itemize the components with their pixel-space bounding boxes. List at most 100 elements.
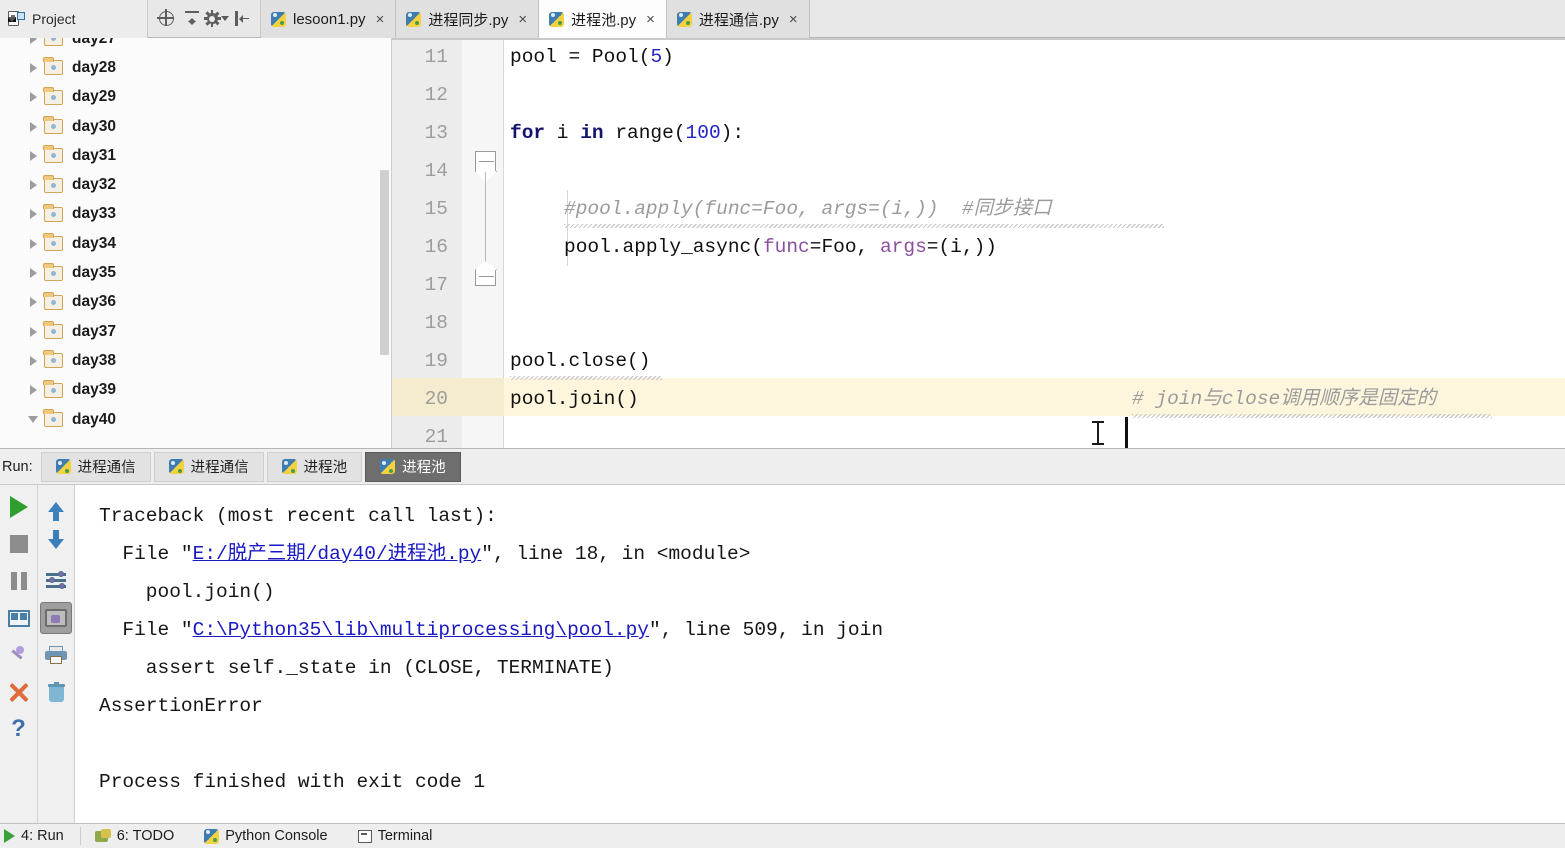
tree-item-label: day40	[72, 410, 116, 428]
code-token-number: 100	[685, 122, 721, 144]
soft-wrap-icon[interactable]	[40, 602, 72, 634]
run-tab-jinchengchi-2[interactable]: 进程池	[365, 451, 461, 482]
status-bar: 4: Run 6: TODO Python Console Terminal	[0, 823, 1565, 848]
status-item-todo[interactable]: 6: TODO	[81, 828, 190, 844]
folder-icon	[43, 262, 63, 281]
expand-arrow-icon[interactable]	[22, 209, 44, 220]
tree-item-day27[interactable]: day27	[0, 38, 392, 53]
editor-tab-jinchengtongbu[interactable]: 进程同步.py ×	[396, 0, 540, 38]
restore-layout-icon[interactable]	[3, 602, 35, 634]
folder-icon	[43, 409, 63, 427]
code-editor[interactable]: 11 12 13 14 15 16 17 18 19 20 21 pool = …	[392, 38, 1565, 448]
close-icon[interactable]: ×	[646, 11, 655, 28]
up-arrow-icon[interactable]	[40, 491, 72, 523]
expand-arrow-icon[interactable]	[22, 326, 44, 337]
gear-icon[interactable]	[203, 6, 229, 32]
code-line-20[interactable]: pool.join()	[510, 380, 639, 418]
code-line-20-comment[interactable]: # join与close调用顺序是固定的	[1132, 380, 1436, 418]
editor-top-border	[392, 38, 1565, 40]
close-icon[interactable]: ×	[789, 11, 798, 28]
run-tab-label: 进程池	[303, 460, 348, 476]
editor-tab-jinchengtongxin[interactable]: 进程通信.py ×	[666, 0, 810, 38]
tree-item-day36[interactable]: day36	[0, 288, 392, 317]
console-file-link[interactable]: E:/脱产三期/day40/进程池.py	[193, 543, 482, 565]
close-icon[interactable]: ×	[518, 11, 527, 28]
console-output[interactable]: Traceback (most recent call last): File …	[74, 485, 1565, 824]
pause-icon[interactable]	[3, 565, 35, 597]
stop-icon[interactable]	[3, 528, 35, 560]
close-icon[interactable]	[3, 676, 35, 708]
tree-item-day32[interactable]: day32	[0, 170, 392, 199]
collapse-all-icon[interactable]	[179, 6, 204, 32]
status-item-run[interactable]: 4: Run	[0, 828, 80, 844]
console-line: File "C:\Python35\lib\multiprocessing\po…	[99, 611, 1565, 649]
tree-item-day34[interactable]: day34	[0, 229, 392, 258]
code-token: =(i,))	[926, 236, 997, 258]
project-tree-scrollbar[interactable]	[380, 170, 389, 355]
code-line-11[interactable]: pool = Pool(5)	[510, 38, 674, 76]
tree-item-day40[interactable]: day40	[0, 405, 392, 434]
collapse-arrow-icon[interactable]	[22, 416, 44, 423]
code-line-15-comment[interactable]: #pool.apply(func=Foo, args=(i,)) #同步接口	[564, 190, 1052, 228]
close-icon[interactable]: ×	[376, 11, 385, 28]
filter-icon[interactable]	[40, 565, 72, 597]
folder-icon	[43, 291, 63, 310]
pin-tab-icon[interactable]	[3, 639, 35, 671]
console-file-link[interactable]: C:\Python35\lib\multiprocessing\pool.py	[193, 619, 649, 641]
print-icon[interactable]	[40, 639, 72, 671]
expand-arrow-icon[interactable]	[22, 62, 44, 73]
run-tab-jinchengtongxin-2[interactable]: 进程通信	[153, 451, 264, 482]
down-arrow-icon[interactable]	[40, 528, 72, 560]
tree-item-day39[interactable]: day39	[0, 376, 392, 405]
help-icon[interactable]: ?	[3, 713, 35, 745]
tree-item-day37[interactable]: day37	[0, 317, 392, 346]
tree-item-day31[interactable]: day31	[0, 141, 392, 170]
fold-region-end-icon[interactable]	[475, 270, 496, 286]
code-line-19[interactable]: pool.close()	[510, 342, 650, 380]
tree-item-day30[interactable]: day30	[0, 112, 392, 141]
tree-item-day33[interactable]: day33	[0, 200, 392, 229]
expand-arrow-icon[interactable]	[22, 121, 44, 132]
trash-icon[interactable]	[40, 676, 72, 708]
run-tool-window: Run: 进程通信 进程通信 进程池 进程池 ? Traceback (most…	[0, 448, 1565, 824]
expand-arrow-icon[interactable]	[22, 150, 44, 161]
tree-item-day28[interactable]: day28	[0, 53, 392, 82]
project-tree-panel[interactable]: day27 day28 day29 day30 day31 day32 day3…	[0, 38, 392, 448]
code-token: i	[545, 122, 581, 144]
locate-icon[interactable]	[154, 6, 179, 32]
code-token-kwarg: args	[879, 236, 927, 258]
expand-arrow-icon[interactable]	[22, 355, 44, 366]
tree-item-day29[interactable]: day29	[0, 83, 392, 112]
chevron-down-icon[interactable]	[8, 16, 16, 22]
expand-arrow-icon[interactable]	[22, 180, 44, 191]
status-item-label: Terminal	[377, 828, 433, 844]
project-toolbar-icons	[148, 0, 261, 37]
expand-arrow-icon[interactable]	[22, 385, 44, 396]
fold-region-start-icon[interactable]	[475, 151, 496, 172]
line-number: 18	[424, 312, 448, 334]
console-line: pool.join()	[99, 581, 275, 603]
code-line-13[interactable]: for i in range(100):	[510, 114, 744, 152]
project-view-selector[interactable]: Project	[0, 0, 148, 38]
editor-tab-label: lesoon1.py	[293, 10, 366, 28]
rerun-icon[interactable]	[3, 491, 35, 523]
run-tab-jinchengchi-1[interactable]: 进程池	[266, 451, 363, 482]
python-file-icon	[271, 11, 286, 27]
tree-item-day35[interactable]: day35	[0, 258, 392, 287]
expand-arrow-icon[interactable]	[22, 297, 44, 308]
expand-arrow-icon[interactable]	[22, 38, 44, 44]
code-line-16[interactable]: pool.apply_async(func=Foo, args=(i,))	[564, 228, 997, 266]
hide-panel-icon[interactable]	[229, 6, 254, 32]
editor-tab-jinchengchi[interactable]: 进程池.py ×	[539, 0, 667, 38]
run-toolbar: ?	[0, 485, 74, 824]
code-token-kwarg: func	[762, 236, 810, 258]
tree-item-day38[interactable]: day38	[0, 346, 392, 375]
run-tab-jinchengtongxin-1[interactable]: 进程通信	[40, 451, 151, 482]
expand-arrow-icon[interactable]	[22, 268, 44, 279]
editor-tab-lesoon1[interactable]: lesoon1.py ×	[261, 0, 397, 38]
line-number: 12	[424, 84, 448, 106]
expand-arrow-icon[interactable]	[22, 92, 44, 103]
status-item-python-console[interactable]: Python Console	[190, 828, 343, 844]
status-item-terminal[interactable]: Terminal	[344, 828, 449, 844]
expand-arrow-icon[interactable]	[22, 238, 44, 249]
